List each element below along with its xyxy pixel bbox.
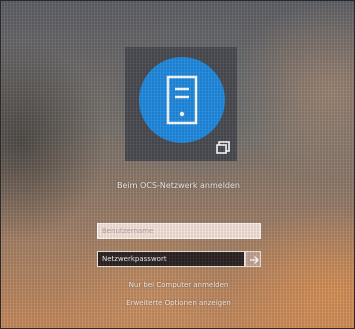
user-tile[interactable] bbox=[125, 47, 237, 161]
arrow-right-icon bbox=[250, 256, 259, 264]
server-tower-icon bbox=[166, 75, 198, 125]
local-signin-link[interactable]: Nur bei Computer anmelden bbox=[1, 281, 354, 289]
submit-button[interactable] bbox=[245, 251, 261, 267]
username-field[interactable] bbox=[97, 223, 261, 239]
avatar bbox=[139, 57, 225, 143]
network-user-icon bbox=[216, 141, 230, 154]
login-screen: Beim OCS-Netzwerk anmelden Nur bei Compu… bbox=[0, 0, 355, 329]
password-row bbox=[97, 251, 261, 267]
password-field[interactable] bbox=[97, 251, 245, 267]
advanced-options-link[interactable]: Erweiterte Optionen anzeigen bbox=[1, 299, 354, 307]
signin-label: Beim OCS-Netzwerk anmelden bbox=[117, 181, 240, 190]
